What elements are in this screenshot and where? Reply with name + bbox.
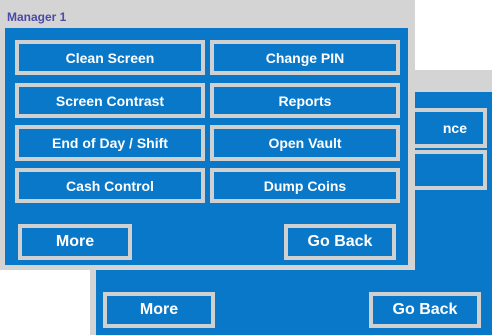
open-vault-button[interactable]: Open Vault (210, 125, 400, 161)
clean-screen-label: Clean Screen (65, 49, 155, 66)
dump-coins-button[interactable]: Dump Coins (210, 168, 400, 203)
cash-control-button[interactable]: Cash Control (15, 168, 205, 203)
back-go-back-button[interactable]: Go Back (369, 292, 481, 328)
screen-contrast-label: Screen Contrast (55, 92, 165, 109)
screen-contrast-button[interactable]: Screen Contrast (15, 83, 205, 118)
reports-button[interactable]: Reports (210, 83, 400, 118)
reports-label: Reports (278, 92, 332, 109)
dump-coins-label: Dump Coins (263, 177, 347, 194)
go-back-button-label: Go Back (307, 233, 373, 250)
cash-control-label: Cash Control (66, 177, 154, 194)
open-vault-label: Open Vault (268, 135, 342, 151)
go-back-button[interactable]: Go Back (284, 224, 396, 260)
end-of-day-label: End of Day / Shift (52, 135, 168, 151)
back-go-back-button-label: Go Back (392, 301, 458, 318)
manager-window: Manager 1 Clean Screen Screen Contrast E… (0, 0, 415, 270)
change-pin-button[interactable]: Change PIN (210, 40, 400, 75)
more-button-label: More (55, 233, 95, 250)
back-partial-button-1-label: nce (442, 120, 467, 136)
clean-screen-button[interactable]: Clean Screen (15, 40, 205, 75)
more-button[interactable]: More (18, 224, 132, 260)
back-more-button-label: More (139, 301, 179, 318)
back-more-button[interactable]: More (103, 292, 215, 328)
window-title: Manager 1 (7, 10, 67, 24)
end-of-day-button[interactable]: End of Day / Shift (15, 125, 205, 161)
change-pin-label: Change PIN (265, 49, 345, 66)
